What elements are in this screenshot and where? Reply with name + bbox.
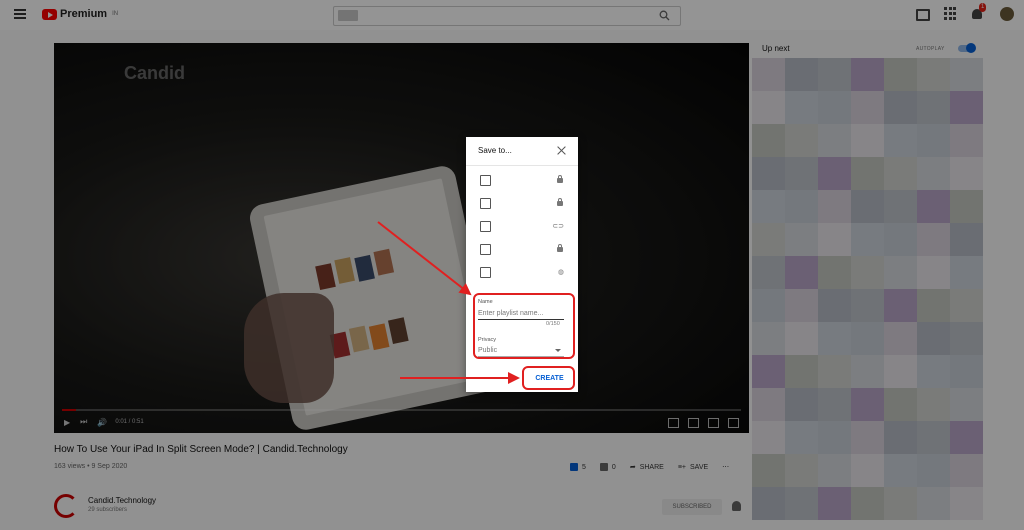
annotation-arrows — [377, 221, 520, 384]
arrow-to-name-field — [377, 221, 472, 296]
